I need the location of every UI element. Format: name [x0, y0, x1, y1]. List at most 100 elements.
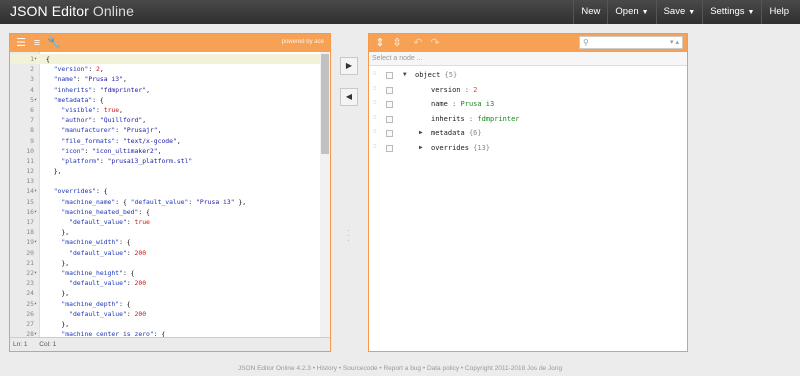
context-menu-button[interactable]	[386, 130, 393, 138]
editor-scrollbar[interactable]	[320, 52, 330, 337]
code-line[interactable]: 17 "default_value": true	[10, 217, 320, 227]
compact-icon[interactable]: ≡	[30, 36, 44, 50]
editor-statusbar: Ln: 1 Col: 1	[10, 337, 330, 351]
line-number: 27	[26, 319, 34, 328]
code-line[interactable]: 24 },	[10, 288, 320, 298]
drag-handle-icon[interactable]: ⁝⁝	[373, 129, 378, 137]
tree-field[interactable]: inherits : fdmprinter	[431, 112, 520, 127]
fold-toggle-icon[interactable]: ▾	[34, 237, 40, 247]
tree-node[interactable]: ⁝⁝ name : Prusa i3	[369, 97, 687, 112]
field-value[interactable]: 2	[473, 86, 477, 94]
powered-by-ace[interactable]: powered by ace	[282, 39, 324, 45]
code-line[interactable]: 8 "manufacturer": "Prusajr",	[10, 125, 320, 135]
code-line[interactable]: 25 ▾ "machine_depth": {	[10, 299, 320, 309]
code-line[interactable]: 10 "icon": "icon_ultimaker2",	[10, 146, 320, 156]
tree-field[interactable]: name : Prusa i3	[431, 97, 494, 112]
code-line[interactable]: 15 "machine_name": { "default_value": "P…	[10, 197, 320, 207]
code-text: "version": 2,	[53, 65, 104, 74]
code-line[interactable]: 20 "default_value": 200	[10, 248, 320, 258]
redo-icon[interactable]: ↷	[428, 36, 442, 50]
drag-handle-icon[interactable]: ⁝⁝	[373, 143, 378, 152]
code-line[interactable]: 3 "name": "Prusa i3",	[10, 74, 320, 84]
field-value[interactable]: Prusa i3	[461, 100, 495, 108]
code-line[interactable]: 12 },	[10, 166, 320, 176]
menu-label: New	[581, 6, 601, 17]
code-line[interactable]: 14 ▾ "overrides": {	[10, 186, 320, 196]
tree-field[interactable]: metadata {6}	[431, 126, 482, 141]
menu-save-button[interactable]: Save ▼	[655, 0, 703, 24]
drag-handle-icon[interactable]: ⁝⁝	[373, 85, 378, 94]
footer-text[interactable]: JSON Editor Online 4.2.3 • History • Sou…	[238, 365, 562, 372]
field-name: inherits	[431, 114, 465, 123]
cursor-col: Col: 1	[39, 341, 57, 348]
fold-toggle-icon[interactable]: ▾	[34, 268, 40, 278]
expand-all-icon[interactable]: ⇕	[373, 36, 387, 50]
code-text: },	[46, 228, 70, 237]
code-line[interactable]: 16 ▾ "machine_heated_bed": {	[10, 207, 320, 217]
main-menu: New Open ▼ Save ▼ Settings ▼ Help	[573, 0, 796, 24]
tree-node[interactable]: ⁝⁝ version : 2	[369, 83, 687, 98]
fold-toggle-icon[interactable]: ▾	[34, 329, 40, 337]
fold-toggle-icon[interactable]: ▾	[34, 95, 40, 105]
editor-scrollbar-thumb[interactable]	[321, 54, 329, 154]
node-navbar[interactable]: Select a node ...	[369, 52, 687, 66]
drag-handle-icon[interactable]: ⁝⁝	[373, 114, 378, 123]
fold-toggle-icon[interactable]: ▾	[34, 54, 40, 64]
undo-icon[interactable]: ↶	[411, 36, 425, 50]
code-line[interactable]: 21 },	[10, 258, 320, 268]
code-line[interactable]: 18 },	[10, 227, 320, 237]
copy-to-right-button[interactable]: ▶	[340, 57, 358, 75]
context-menu-button[interactable]	[386, 101, 393, 109]
tree-node[interactable]: ⁝⁝ ▼ object {5}	[369, 68, 687, 83]
code-line[interactable]: 4 "inherits": "fdmprinter",	[10, 85, 320, 95]
menu-new-button[interactable]: New	[573, 0, 607, 24]
fold-toggle-icon[interactable]: ▾	[34, 299, 40, 309]
tree-field[interactable]: object {5}	[415, 68, 457, 83]
search-nav-icon[interactable]: ▾ ▴	[670, 37, 679, 49]
code-line[interactable]: 11 "platform": "prusai3_platform.stl"	[10, 156, 320, 166]
code-line[interactable]: 13	[10, 176, 320, 186]
code-line[interactable]: 1 ▾ {	[10, 54, 320, 65]
field-value[interactable]: fdmprinter	[477, 115, 519, 123]
drag-handle-icon[interactable]: ⁝⁝	[373, 100, 378, 108]
context-menu-button[interactable]	[386, 72, 393, 79]
format-icon[interactable]: ☰	[14, 36, 28, 50]
code-line[interactable]: 28 ▾ "machine_center_is_zero": {	[10, 329, 320, 337]
app-logo[interactable]: JSON Editor Online	[10, 3, 134, 19]
field-name: name	[431, 100, 448, 109]
expand-icon[interactable]: ▶	[419, 141, 423, 156]
drag-handle-icon[interactable]: ⁝⁝	[373, 71, 378, 79]
search-box[interactable]: ⚲ ▾ ▴	[579, 36, 683, 49]
menu-help-button[interactable]: Help	[761, 0, 796, 24]
tree-field[interactable]: overrides {13}	[431, 141, 490, 156]
context-menu-button[interactable]	[386, 144, 393, 152]
code-line[interactable]: 27 },	[10, 319, 320, 329]
tree-field[interactable]: version : 2	[431, 83, 477, 98]
context-menu-button[interactable]	[386, 115, 393, 123]
code-line[interactable]: 22 ▾ "machine_height": {	[10, 268, 320, 278]
code-line[interactable]: 9 "file_formats": "text/x-gcode",	[10, 136, 320, 146]
repair-wrench-icon[interactable]: 🔧	[47, 36, 61, 50]
line-number: 13	[26, 177, 34, 186]
code-line[interactable]: 5 ▾ "metadata": {	[10, 95, 320, 105]
code-line[interactable]: 6 "visible": true,	[10, 105, 320, 115]
expand-icon[interactable]: ▶	[419, 126, 423, 141]
splitter-handle[interactable]: · · ·	[347, 227, 350, 245]
context-menu-button[interactable]	[386, 86, 393, 94]
code-editor[interactable]: 1 ▾{2 "version": 2, 3 "name": "Prusa i3", 4…	[10, 52, 330, 337]
menu-settings-button[interactable]: Settings ▼	[702, 0, 761, 24]
collapse-icon[interactable]: ▼	[403, 68, 407, 83]
fold-toggle-icon[interactable]: ▾	[34, 207, 40, 217]
tree-node[interactable]: ⁝⁝ ▶ overrides {13}	[369, 141, 687, 156]
code-line[interactable]: 19 ▾ "machine_width": {	[10, 237, 320, 247]
fold-toggle-icon[interactable]: ▾	[34, 186, 40, 196]
code-line[interactable]: 23 "default_value": 200	[10, 278, 320, 288]
code-line[interactable]: 7 "author": "Quillford",	[10, 115, 320, 125]
code-line[interactable]: 26 "default_value": 200	[10, 309, 320, 319]
tree-node[interactable]: ⁝⁝ inherits : fdmprinter	[369, 112, 687, 127]
menu-open-button[interactable]: Open ▼	[607, 0, 655, 24]
copy-to-left-button[interactable]: ◀	[340, 88, 358, 106]
code-line[interactable]: 2 "version": 2,	[10, 64, 320, 74]
collapse-all-icon[interactable]: ⇳	[390, 36, 404, 50]
tree-node[interactable]: ⁝⁝ ▶ metadata {6}	[369, 126, 687, 141]
